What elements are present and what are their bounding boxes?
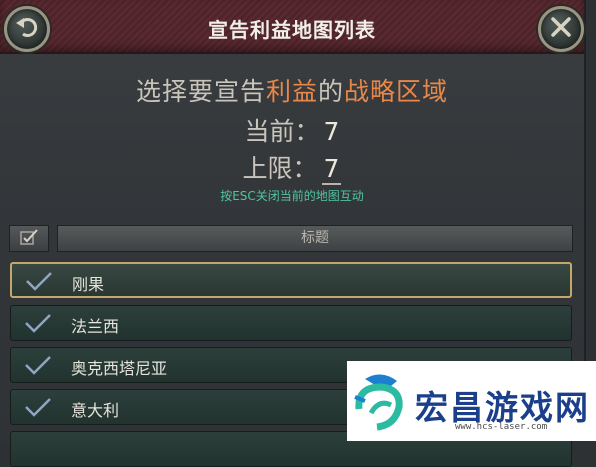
current-label: 当前： [244,117,320,146]
select-all-checkbox[interactable] [9,225,49,252]
watermark-url: www.hcs-laser.com [455,422,548,432]
list-item-france[interactable]: 法兰西 [10,305,572,341]
selection-prompt: 选择要宣告利益的战略区域 [0,72,584,108]
checkmark-icon [23,355,53,379]
list-item-label: 奥克西塔尼亚 [71,359,168,378]
limit-label: 上限： [242,154,318,183]
prompt-text: 选择要宣告 [135,77,266,106]
close-button[interactable] [538,6,584,52]
close-x-icon [550,16,572,42]
dragon-logo-icon [351,369,413,439]
esc-hint: 按ESC关闭当前的地图互动 [220,189,364,203]
prompt-highlight-region: 战略区域 [344,77,449,106]
checkmark-icon [23,313,53,337]
column-header-title[interactable]: 标题 [57,225,573,252]
watermark: 宏昌游戏网 www.hcs-laser.com [347,361,596,441]
list-item-label: 法兰西 [71,317,120,336]
window-title: 宣告利益地图列表 [208,18,376,42]
current-value: 7 [323,117,340,146]
checkmark-icon [24,271,54,295]
limit-value: 7 [321,154,342,185]
checkmark-icon [23,397,53,421]
limit-count: 上限： 7 [0,149,584,185]
list-item-label: 刚果 [72,275,105,294]
list-item-congo[interactable]: 刚果 [10,262,572,298]
prompt-highlight-interest: 利益 [265,77,318,106]
title-bar: 宣告利益地图列表 [0,0,584,54]
current-count: 当前： 7 [0,112,584,148]
prompt-text-connector: 的 [318,77,345,106]
list-item-label: 意大利 [71,401,120,420]
checkbox-icon [19,228,39,250]
